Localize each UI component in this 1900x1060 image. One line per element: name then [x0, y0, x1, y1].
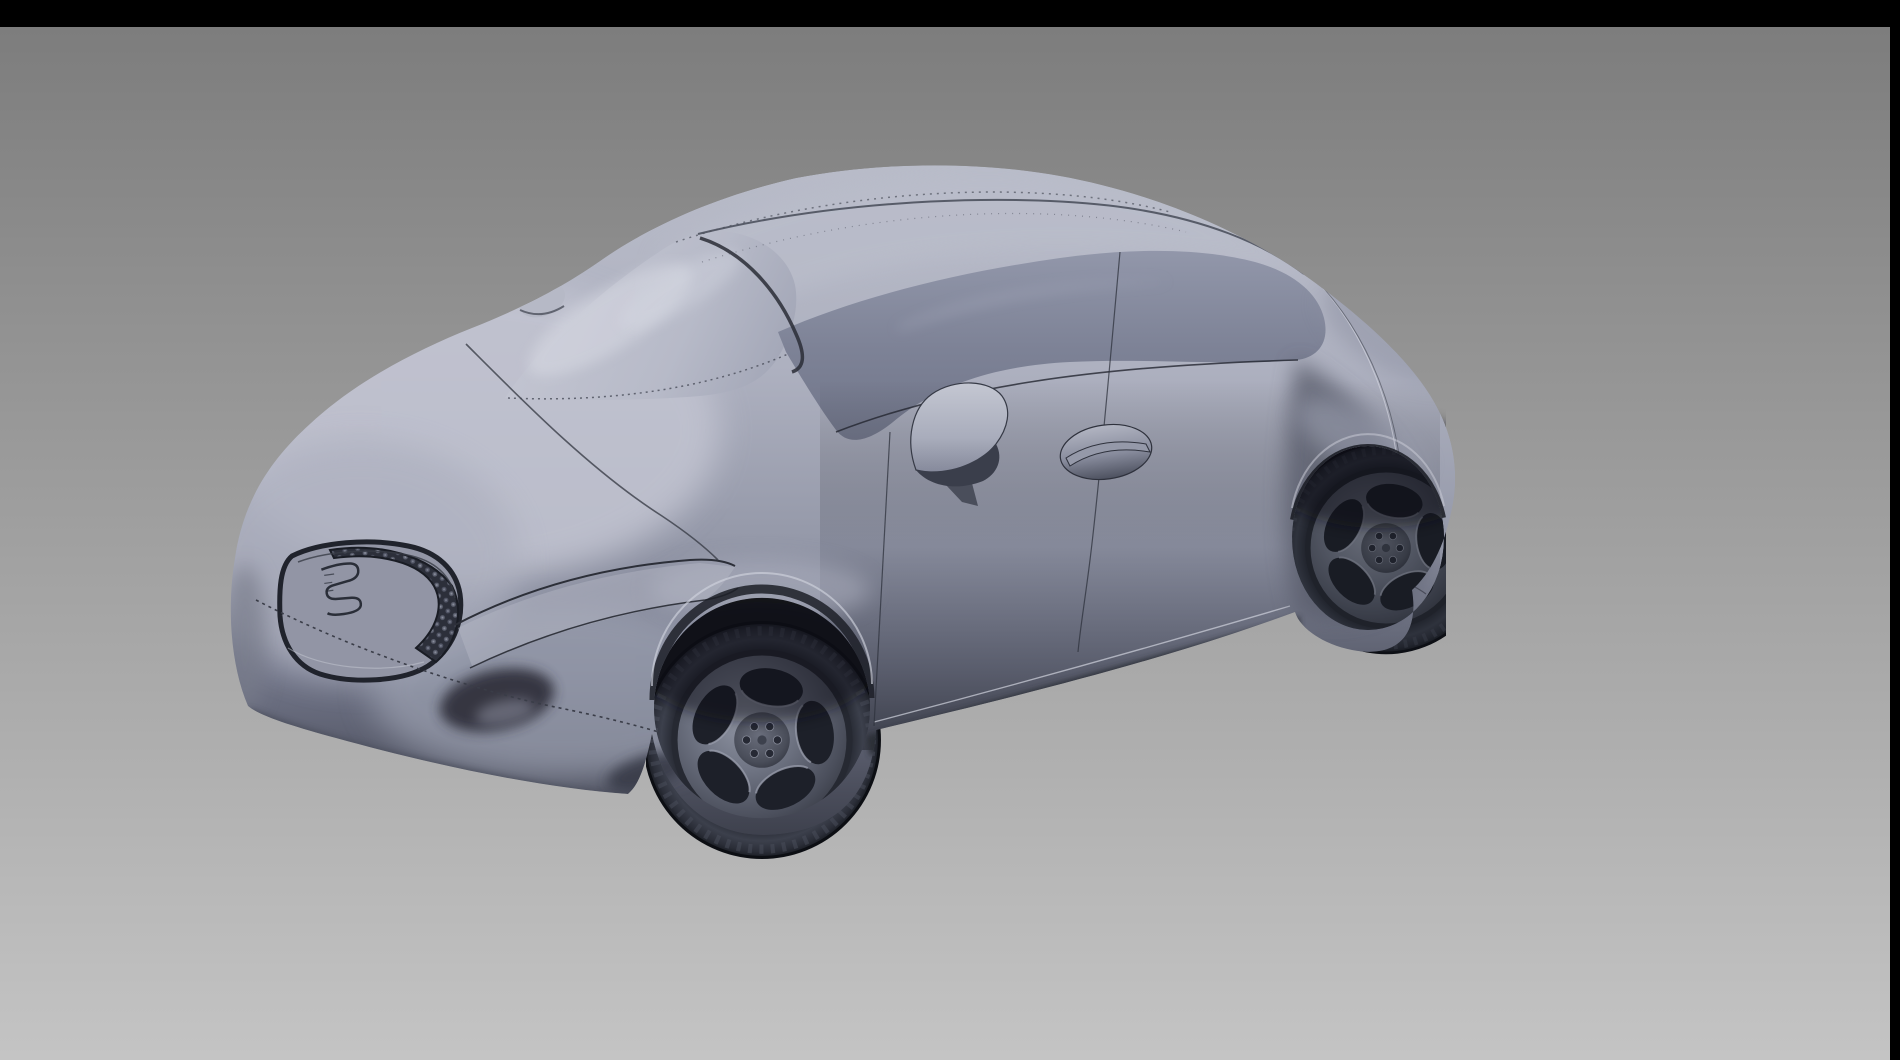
- letterbox-right-bar: [1890, 0, 1900, 1060]
- front-grille: [280, 542, 461, 680]
- letterbox-top-bar: [0, 0, 1900, 27]
- render-viewport: [0, 0, 1900, 1060]
- car-render-scene: [0, 0, 1900, 1060]
